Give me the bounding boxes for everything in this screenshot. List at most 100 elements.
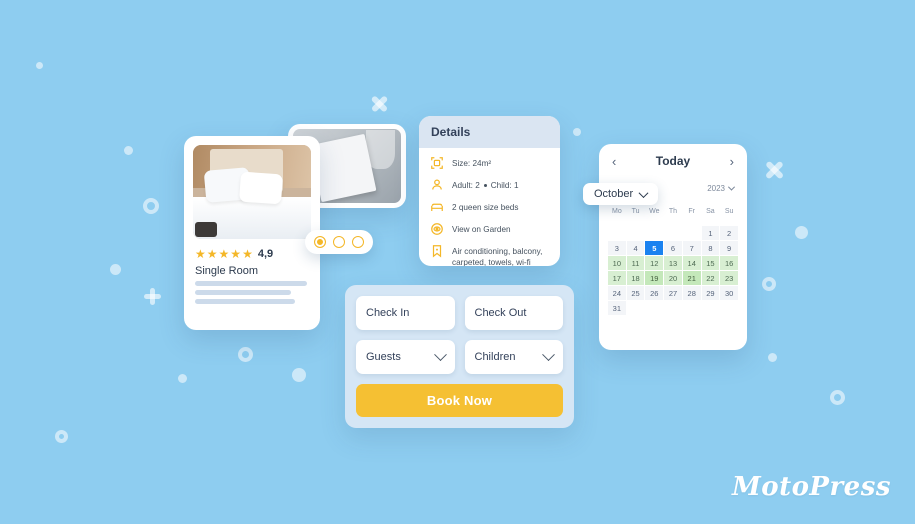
calendar-day-cell[interactable]: 1 (701, 226, 720, 240)
details-amenities-text: Air conditioning, balcony, carpeted, tow… (452, 247, 543, 266)
carousel-dot-2[interactable] (333, 236, 345, 248)
calendar-day-cell[interactable]: 22 (701, 271, 720, 285)
carousel-dot-3[interactable] (352, 236, 364, 248)
bed-icon (430, 200, 444, 214)
details-beds-text: 2 queen size beds (452, 203, 519, 212)
details-row-beds: 2 queen size beds (430, 200, 549, 214)
calendar-day-cell[interactable]: 11 (626, 256, 645, 270)
person-icon (430, 178, 444, 192)
booking-form: Check In Check Out Guests Children Book … (345, 285, 574, 428)
decor-ring (238, 347, 253, 362)
calendar-day-cell[interactable]: 29 (701, 286, 720, 300)
year-select[interactable]: 2023 (707, 183, 736, 193)
guests-select[interactable]: Guests (356, 340, 455, 374)
calendar-day-cell[interactable]: 10 (608, 256, 626, 270)
calendar-day-cell[interactable]: 23 (720, 271, 738, 285)
calendar-day-cell[interactable]: 12 (645, 256, 664, 270)
calendar-cell-empty (683, 226, 701, 240)
calendar-cell-empty (608, 226, 626, 240)
calendar-day-cell[interactable]: 2 (720, 226, 738, 240)
details-size-text: Size: 24m² (452, 159, 492, 168)
decor-dot (178, 374, 187, 383)
details-row-view: View on Garden (430, 222, 549, 236)
details-card: Details Size: 24m² Adult: 2 Child: 1 2 q… (419, 116, 560, 266)
decor-dot (124, 146, 133, 155)
placeholder-bar (195, 290, 291, 295)
calendar-day-cell[interactable]: 16 (720, 256, 738, 270)
calendar-header: ‹ Today › (608, 154, 738, 168)
decor-dot (768, 353, 777, 362)
carousel-dot-1[interactable] (314, 236, 326, 248)
nightstand-shape (195, 222, 217, 238)
rating-stars: ★ ★ ★ ★ ★ 4,9 (195, 248, 311, 260)
decor-cross (764, 160, 785, 181)
calendar-day-cell[interactable]: 25 (626, 286, 645, 300)
calendar-day-cell[interactable]: 17 (608, 271, 626, 285)
check-in-label: Check In (366, 307, 410, 319)
calendar-weekday: We (649, 208, 660, 215)
room-card[interactable]: ★ ★ ★ ★ ★ 4,9 Single Room (184, 136, 320, 330)
calendar-day-cell[interactable]: 9 (720, 241, 738, 255)
form-row-dates: Check In Check Out (356, 296, 563, 330)
next-month-button[interactable]: › (730, 155, 734, 168)
calendar-day-cell[interactable]: 20 (664, 271, 682, 285)
book-now-button[interactable]: Book Now (356, 384, 563, 417)
room-photo-image (193, 145, 311, 239)
calendar-today-label: Today (655, 154, 691, 168)
calendar-weekday: Th (668, 208, 678, 215)
calendar-day-cell[interactable]: 24 (608, 286, 626, 300)
decor-dot (292, 368, 306, 382)
prev-month-button[interactable]: ‹ (612, 155, 616, 168)
calendar-day-cell[interactable]: 21 (682, 271, 701, 285)
calendar-weekday: Sa (706, 208, 715, 215)
decor-dot (573, 128, 581, 136)
details-row-amenities: Air conditioning, balcony, carpeted, tow… (430, 244, 549, 266)
calendar-day-cell[interactable]: 6 (664, 241, 682, 255)
details-row-occupancy: Adult: 2 Child: 1 (430, 178, 549, 192)
star-icon: ★ (242, 247, 253, 261)
calendar-day-cell[interactable]: 30 (720, 286, 738, 300)
chevron-down-icon (638, 187, 649, 198)
calendar-day-cell[interactable]: 27 (664, 286, 682, 300)
calendar-weekday: Su (724, 208, 734, 215)
decor-dot (110, 264, 121, 275)
calendar-day-cell[interactable]: 15 (701, 256, 720, 270)
year-label: 2023 (707, 183, 725, 193)
check-out-input[interactable]: Check Out (464, 296, 563, 330)
check-out-label: Check Out (474, 307, 527, 319)
children-select[interactable]: Children (464, 340, 563, 374)
month-select[interactable]: October (583, 183, 659, 205)
calendar-day-cell[interactable]: 26 (645, 286, 664, 300)
calendar-day-cell[interactable]: 7 (682, 241, 701, 255)
calendar-day-cell[interactable]: 18 (626, 271, 645, 285)
calendar-cell-empty (664, 226, 682, 240)
calendar-card: ‹ Today › 2023 October Mo Tu We Th Fr Sa Su 12… (583, 144, 747, 350)
star-icon: ★ (195, 247, 206, 261)
calendar-day-cell[interactable]: 19 (645, 271, 664, 285)
decor-dot (795, 226, 808, 239)
calendar-cell-empty (627, 226, 645, 240)
bookmark-icon (430, 244, 444, 258)
calendar-day-cell[interactable]: 28 (682, 286, 701, 300)
details-header: Details (419, 116, 560, 148)
calendar-day-cell[interactable]: 14 (682, 256, 701, 270)
calendar-day-cell[interactable]: 8 (701, 241, 720, 255)
decor-ring (143, 198, 159, 214)
calendar-day-cell[interactable]: 3 (608, 241, 626, 255)
child-count: Child: 1 (490, 181, 519, 190)
calendar-day-cell[interactable]: 4 (626, 241, 645, 255)
eye-icon (430, 222, 444, 236)
decor-dot (36, 62, 43, 69)
decor-ring (830, 390, 845, 405)
details-body: Size: 24m² Adult: 2 Child: 1 2 queen size… (419, 148, 560, 266)
calendar-day-cell[interactable]: 31 (608, 301, 626, 315)
details-view-text: View on Garden (452, 225, 511, 234)
calendar-weekday: Tu (631, 208, 640, 215)
carousel-dots[interactable] (305, 230, 373, 254)
calendar-day-cell[interactable]: 5 (645, 241, 664, 255)
check-in-input[interactable]: Check In (356, 296, 455, 330)
calendar-day-cell[interactable]: 13 (664, 256, 682, 270)
children-label: Children (474, 351, 516, 363)
calendar-cell-empty (645, 226, 663, 240)
calendar-day-grid[interactable]: 1 2 3 4 5 6 7 8 9 10 11 12 13 14 15 16 17 18 19 20 21 22 23 24 2… (608, 226, 738, 315)
